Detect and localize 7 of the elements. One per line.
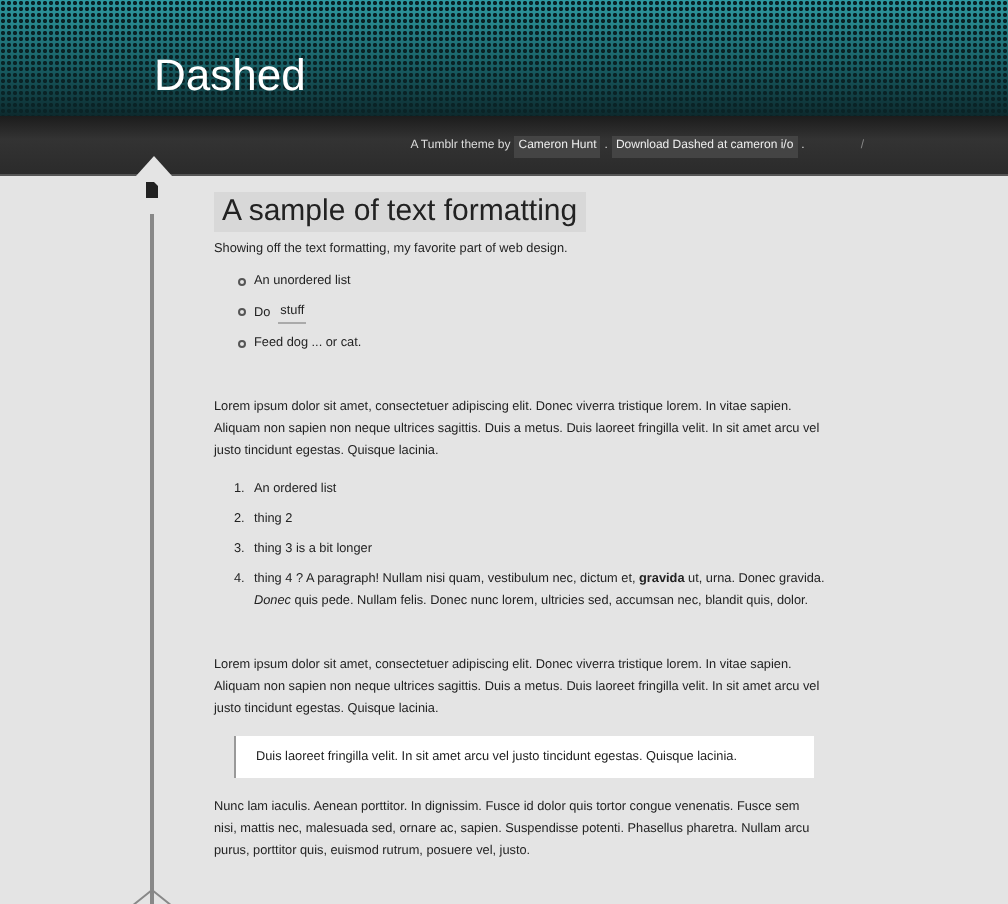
site-title[interactable]: Dashed [154, 50, 306, 102]
notch-icon [136, 154, 172, 176]
bullet-icon [238, 277, 246, 285]
bullet-icon [238, 308, 246, 316]
bullet-icon [238, 339, 246, 347]
post-title[interactable]: A sample of text formatting [214, 192, 586, 232]
document-icon [146, 182, 158, 198]
